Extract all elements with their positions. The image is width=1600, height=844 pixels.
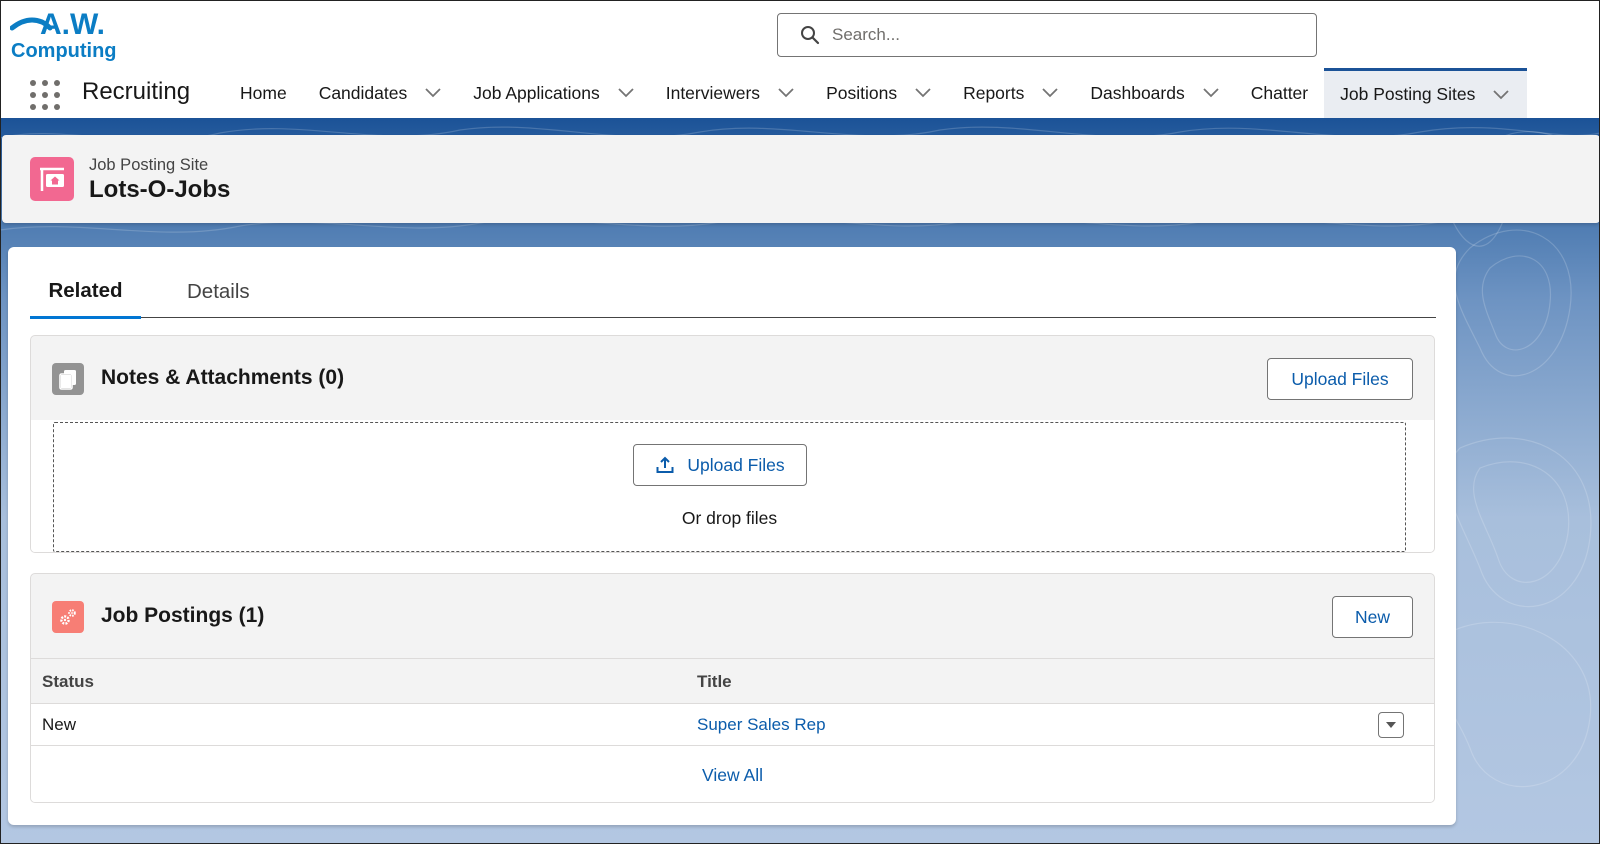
chevron-down-icon[interactable] <box>1042 88 1058 98</box>
record-header: Job Posting Site Lots-O-Jobs <box>2 135 1600 223</box>
nav-item-interviewers[interactable]: Interviewers <box>650 68 810 118</box>
nav-item-label: Job Applications <box>473 82 600 103</box>
nav-items: Home Candidates Job Applications Intervi… <box>224 68 1528 118</box>
app-name: Recruiting <box>82 78 191 105</box>
nav-item-home[interactable]: Home <box>224 68 303 118</box>
notes-attachments-card: Notes & Attachments (0) Upload Files Upl… <box>30 335 1435 553</box>
chevron-down-icon[interactable] <box>778 88 794 98</box>
nav-item-label: Home <box>240 82 287 103</box>
nav-item-label: Job Posting Sites <box>1340 84 1476 104</box>
new-job-posting-button[interactable]: New <box>1332 596 1413 638</box>
nav-item-chatter[interactable]: Chatter <box>1235 68 1324 118</box>
chevron-down-icon[interactable] <box>1203 88 1219 98</box>
job-posting-site-icon <box>30 157 74 201</box>
app-nav-bar: Recruiting Home Candidates Job Applicati… <box>0 68 1600 118</box>
record-name: Lots-O-Jobs <box>89 176 231 203</box>
tab-details[interactable]: Details <box>171 265 266 318</box>
tab-related[interactable]: Related <box>30 265 141 319</box>
job-postings-card: Job Postings (1) New Status Title New Su… <box>30 573 1435 803</box>
search-icon <box>801 26 820 45</box>
nav-item-reports[interactable]: Reports <box>947 68 1074 118</box>
card-header: Job Postings (1) New <box>31 574 1434 658</box>
aw-computing-logo[interactable]: A.W. Computing <box>9 6 120 64</box>
drop-files-text: Or drop files <box>681 508 778 528</box>
logo-text-computing: Computing <box>11 40 117 62</box>
nav-item-label: Chatter <box>1250 82 1309 103</box>
nav-item-job-posting-sites[interactable]: Job Posting Sites <box>1324 68 1528 118</box>
nav-item-label: Candidates <box>318 82 408 103</box>
chevron-down-icon[interactable] <box>915 88 931 98</box>
app-launcher-icon[interactable] <box>30 80 60 110</box>
record-type-label: Job Posting Site <box>89 156 209 174</box>
nav-item-job-applications[interactable]: Job Applications <box>457 68 649 118</box>
dropzone-upload-label: Upload Files <box>687 454 785 475</box>
file-dropzone[interactable]: Upload Files Or drop files <box>53 422 1406 552</box>
cell-status: New <box>42 715 77 734</box>
card-title: Job Postings (1) <box>101 604 265 627</box>
chevron-down-icon[interactable] <box>1493 89 1509 100</box>
gears-icon <box>52 601 84 633</box>
nav-item-label: Reports <box>963 82 1025 103</box>
upload-files-button[interactable]: Upload Files <box>1267 358 1413 400</box>
table-header: Status Title <box>31 658 1434 704</box>
card-title: Notes & Attachments (0) <box>101 366 345 389</box>
column-header-status[interactable]: Status <box>42 672 94 692</box>
search-input[interactable] <box>832 25 1292 45</box>
card-footer: View All <box>31 746 1434 802</box>
chevron-down-icon[interactable] <box>618 88 634 98</box>
row-actions-button[interactable] <box>1378 712 1404 738</box>
dropzone-upload-button[interactable]: Upload Files <box>633 444 807 486</box>
chevron-down-icon[interactable] <box>425 88 441 98</box>
logo-text-aw: A.W. <box>40 8 105 41</box>
record-tabs: Related Details <box>30 265 1436 319</box>
nav-item-candidates[interactable]: Candidates <box>303 68 458 118</box>
nav-item-label: Positions <box>826 82 898 103</box>
view-all-link[interactable]: View All <box>31 765 1434 786</box>
card-header: Notes & Attachments (0) Upload Files <box>31 336 1434 420</box>
nav-item-dashboards[interactable]: Dashboards <box>1074 68 1234 118</box>
global-header: A.W. Computing Recruiting Home Candidate… <box>0 0 1600 118</box>
files-icon <box>52 363 84 395</box>
nav-item-label: Interviewers <box>665 82 761 103</box>
record-detail-card: Related Details Notes & Attachments (0) … <box>8 247 1456 825</box>
upload-icon <box>656 456 674 473</box>
column-header-title[interactable]: Title <box>697 672 732 692</box>
nav-item-positions[interactable]: Positions <box>810 68 947 118</box>
global-search[interactable] <box>777 13 1317 57</box>
caret-down-icon <box>1386 722 1396 728</box>
nav-item-label: Dashboards <box>1090 82 1185 103</box>
cell-title-link[interactable]: Super Sales Rep <box>697 715 826 735</box>
table-row: New Super Sales Rep <box>31 704 1434 746</box>
